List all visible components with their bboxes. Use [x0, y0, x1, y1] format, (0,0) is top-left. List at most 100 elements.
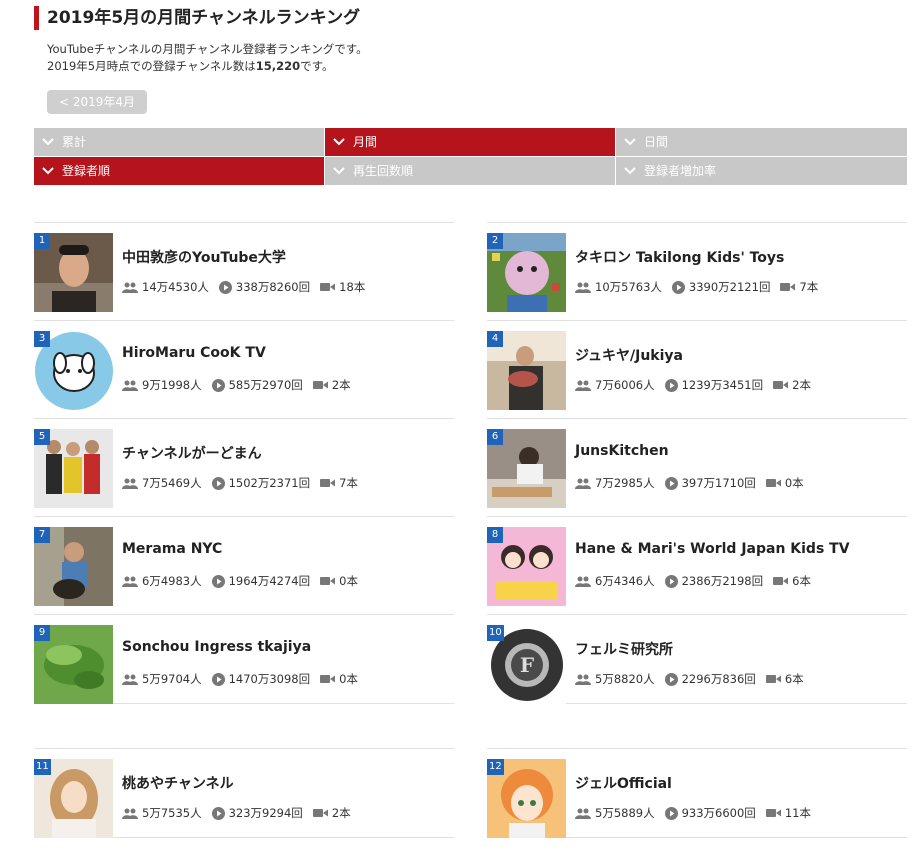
video-count: 2本	[773, 377, 811, 393]
subscriber-count-text: 14万4530人	[142, 280, 209, 294]
channel-thumbnail[interactable]: 1	[34, 233, 113, 312]
people-icon	[575, 808, 591, 819]
channel-thumbnail[interactable]: 11	[34, 759, 113, 838]
rank-badge: 8	[487, 527, 503, 543]
channel-name[interactable]: HiroMaru CooK TV	[122, 345, 266, 361]
channel-thumbnail[interactable]: 9	[34, 625, 113, 704]
channel-card[interactable]: 3 HiroMaru CooK TV 9万1998人 585万2970回 2本	[34, 320, 454, 419]
video-camera-icon	[765, 479, 781, 487]
video-count: 18本	[320, 279, 365, 295]
video-camera-icon	[312, 809, 328, 817]
channel-name[interactable]: ジュキヤ/Jukiya	[575, 345, 683, 365]
people-icon	[575, 576, 591, 587]
video-count: 6本	[773, 573, 811, 589]
rank-badge: 1	[34, 233, 50, 249]
channel-name[interactable]: Hane & Mari's World Japan Kids TV	[575, 541, 850, 557]
channel-name[interactable]: フェルミ研究所	[575, 639, 673, 659]
chevron-down-icon	[325, 128, 353, 156]
channel-name[interactable]: ジェルOfficial	[575, 773, 672, 793]
channel-stats: 10万5763人 3390万2121回 7本	[575, 279, 828, 295]
subscriber-count-text: 6万4346人	[595, 574, 655, 588]
people-icon	[122, 576, 138, 587]
tab-label: 登録者順	[62, 164, 111, 178]
channel-thumbnail[interactable]: 12	[487, 759, 566, 838]
channel-card[interactable]: F 10 フェルミ研究所 5万8820人 2296万836回 6本	[487, 614, 907, 704]
play-circle-icon	[218, 280, 232, 294]
tab-sort-growth[interactable]: 登録者増加率	[616, 157, 907, 185]
subscriber-count-text: 10万5763人	[595, 280, 662, 294]
rank-badge: 2	[487, 233, 503, 249]
subscriber-count: 7万2985人	[575, 475, 655, 491]
period-tab-row: 累計 月間 日間	[34, 128, 907, 156]
channel-name[interactable]: タキロン Takilong Kids' Toys	[575, 247, 784, 267]
channel-name[interactable]: 桃あやチャンネル	[122, 773, 234, 793]
tab-sort-views[interactable]: 再生回数順	[325, 157, 615, 185]
people-icon	[575, 282, 591, 293]
previous-month-button[interactable]: < 2019年4月	[47, 90, 147, 114]
video-count-text: 0本	[784, 476, 804, 490]
page-description: YouTubeチャンネルの月間チャンネル登録者ランキングです。 2019年5月時…	[47, 41, 368, 75]
view-count-text: 323万9294回	[228, 806, 303, 820]
channel-card[interactable]: 9 Sonchou Ingress tkajiya 5万9704人 1470万3…	[34, 614, 454, 704]
channel-card[interactable]: 6 JunsKitchen 7万2985人 397万1710回 0本	[487, 418, 907, 517]
channel-name[interactable]: Sonchou Ingress tkajiya	[122, 639, 311, 655]
play-circle-icon	[211, 378, 225, 392]
channel-name[interactable]: Merama NYC	[122, 541, 222, 557]
tab-daily[interactable]: 日間	[616, 128, 907, 156]
view-count-text: 585万2970回	[228, 378, 303, 392]
channel-card[interactable]: 7 Merama NYC 6万4983人 1964万4274回 0本	[34, 516, 454, 615]
channel-card[interactable]: 8 Hane & Mari's World Japan Kids TV 6万43…	[487, 516, 907, 615]
people-icon	[122, 282, 138, 293]
video-camera-icon	[765, 809, 781, 817]
view-count: 585万2970回	[211, 377, 303, 393]
channel-stats: 7万2985人 397万1710回 0本	[575, 475, 814, 491]
channel-card[interactable]: 5 チャンネルがーどまん 7万5469人 1502万2371回 7本	[34, 418, 454, 517]
channel-card[interactable]: 4 ジュキヤ/Jukiya 7万6006人 1239万3451回 2本	[487, 320, 907, 419]
view-count: 3390万2121回	[671, 279, 770, 295]
chevron-down-icon	[34, 128, 62, 156]
channel-thumbnail[interactable]: 3	[34, 331, 113, 410]
video-count: 0本	[320, 671, 358, 687]
view-count: 2296万836回	[664, 671, 756, 687]
view-count: 397万1710回	[664, 475, 756, 491]
channel-thumbnail[interactable]: 8	[487, 527, 566, 606]
video-count-text: 6本	[792, 574, 811, 588]
channel-card[interactable]: 1 中田敦彦のYouTube大学 14万4530人 338万8260回 18本	[34, 222, 454, 321]
subscriber-count: 9万1998人	[122, 377, 202, 393]
video-camera-icon	[312, 381, 328, 389]
subscriber-count: 6万4983人	[122, 573, 202, 589]
tab-sort-subscribers[interactable]: 登録者順	[34, 157, 324, 185]
video-camera-icon	[765, 675, 781, 683]
channel-thumbnail[interactable]: F 10	[487, 625, 566, 704]
play-circle-icon	[671, 280, 685, 294]
channel-thumbnail[interactable]: 2	[487, 233, 566, 312]
svg-text:F: F	[520, 653, 534, 677]
channel-thumbnail[interactable]: 4	[487, 331, 566, 410]
channel-thumbnail[interactable]: 6	[487, 429, 566, 508]
video-count: 2本	[312, 805, 351, 821]
view-count-text: 1502万2371回	[228, 476, 311, 490]
video-camera-icon	[773, 577, 789, 585]
subscriber-count-text: 7万6006人	[595, 378, 655, 392]
channel-name[interactable]: チャンネルがーどまん	[122, 443, 262, 463]
channel-name[interactable]: 中田敦彦のYouTube大学	[122, 247, 286, 267]
video-count-text: 11本	[784, 806, 811, 820]
channel-card[interactable]: 11 桃あやチャンネル 5万7535人 323万9294回 2本	[34, 748, 454, 838]
channel-card[interactable]: 12 ジェルOfficial 5万5889人 933万6600回 11本	[487, 748, 907, 838]
view-count-text: 338万8260回	[235, 280, 311, 294]
people-icon	[122, 674, 138, 685]
tab-cumulative[interactable]: 累計	[34, 128, 324, 156]
channel-thumbnail[interactable]: 7	[34, 527, 113, 606]
rank-badge: 4	[487, 331, 503, 347]
video-count-text: 7本	[339, 476, 358, 490]
channel-thumbnail[interactable]: 5	[34, 429, 113, 508]
channel-card[interactable]: 2 タキロン Takilong Kids' Toys 10万5763人 3390…	[487, 222, 907, 321]
view-count: 1470万3098回	[211, 671, 310, 687]
channel-name[interactable]: JunsKitchen	[575, 443, 669, 459]
tab-monthly[interactable]: 月間	[325, 128, 615, 156]
subscriber-count-text: 9万1998人	[142, 378, 202, 392]
people-icon	[122, 808, 138, 819]
people-icon	[122, 380, 138, 391]
channel-stats: 6万4983人 1964万4274回 0本	[122, 573, 368, 589]
view-count-text: 1239万3451回	[681, 378, 764, 392]
